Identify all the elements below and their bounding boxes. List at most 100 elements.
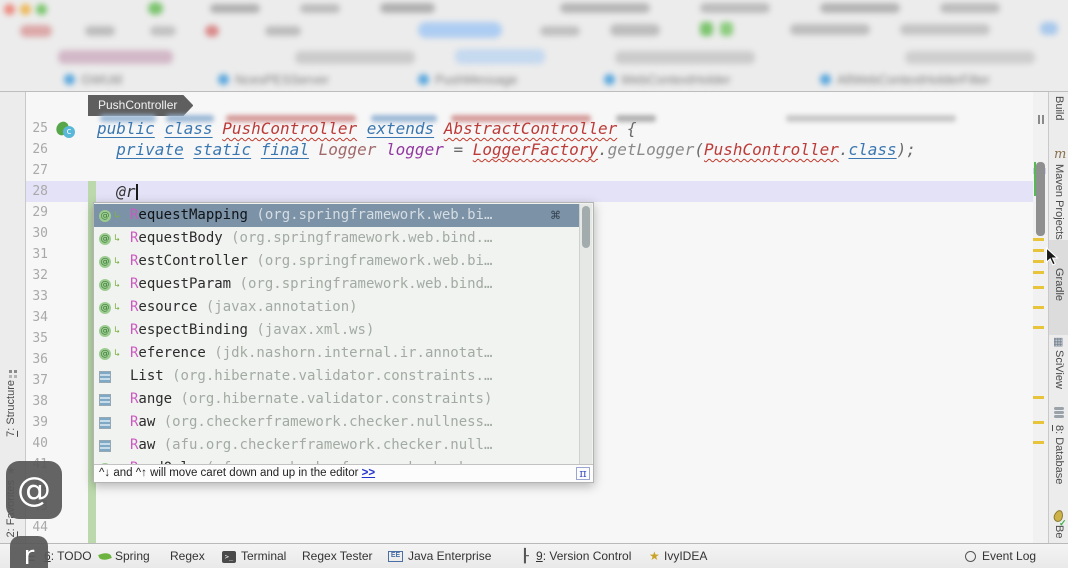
toolwindow-button-database[interactable]: 8: Database	[1053, 425, 1065, 484]
line-number: 30	[32, 226, 48, 241]
window-chrome-blurred: GWUtil NcesPESServer PushMessage WebCont…	[0, 0, 1068, 92]
line-number: 26	[32, 142, 48, 157]
completion-item[interactable]: @ ↳ Resource (javax.annotation)	[94, 296, 579, 319]
toolwindow-button-structure[interactable]: 7: Structure	[5, 380, 17, 437]
completion-item[interactable]: Raw (afu.org.checkerframework.checker.nu…	[94, 434, 579, 457]
class-file-icon	[820, 73, 831, 85]
scrollbar-thumb[interactable]	[1036, 162, 1045, 236]
tab-label: GWUtil	[81, 71, 123, 87]
blur-blob	[700, 22, 713, 36]
statusbar-java-enterprise[interactable]: Java Enterprise	[408, 544, 491, 568]
visibility-icon: ↳	[114, 233, 121, 244]
visibility-icon: ↳	[114, 302, 121, 313]
editor-error-stripe[interactable]	[1033, 92, 1048, 543]
blur-blob	[455, 49, 545, 64]
statusbar-todo[interactable]: 6: TODO	[44, 544, 92, 568]
label: Build	[1053, 96, 1065, 121]
text-caret	[135, 184, 138, 200]
annotation-icon: @	[99, 347, 111, 360]
completion-item[interactable]: @ ↳ RespectBinding (javax.xml.ws)	[94, 319, 579, 342]
editor-tab-blurred[interactable]: WebContextHolder	[604, 70, 731, 88]
completion-item[interactable]: List (org.hibernate.validator.constraint…	[94, 365, 579, 388]
editor-tab-blurred[interactable]: PushMessage	[418, 70, 517, 88]
item-label: ange (org.hibernate.validator.constraint…	[138, 391, 493, 407]
item-label: esource (javax.annotation)	[138, 299, 358, 315]
blur-blob	[1040, 22, 1058, 35]
blur-blob	[905, 51, 1035, 64]
warning-tick[interactable]	[1033, 306, 1044, 309]
toolwindow-button-beans[interactable]: Be	[1053, 525, 1065, 538]
blur-blob	[20, 25, 52, 37]
status-bar: ☰ 6: TODO Spring Regex >_ Terminal Regex…	[0, 543, 1068, 568]
warning-tick[interactable]	[1033, 396, 1044, 399]
toolwindow-button-build[interactable]: Build	[1053, 96, 1065, 120]
warning-tick[interactable]	[1033, 249, 1044, 252]
warning-tick[interactable]	[1033, 238, 1044, 241]
item-label: equestMapping (org.springframework.web.b…	[138, 207, 493, 223]
warning-tick[interactable]	[1033, 441, 1044, 444]
line-number: 35	[32, 331, 48, 346]
line-number: 37	[32, 373, 48, 388]
blur-blob	[148, 2, 163, 15]
warning-tick[interactable]	[1033, 286, 1044, 289]
statusbar-regex-tester[interactable]: Regex Tester	[302, 544, 372, 568]
keycast-r-overlay: r	[10, 536, 48, 568]
java-ee-icon: EE	[388, 551, 403, 562]
popup-scrollbar-thumb[interactable]	[582, 206, 590, 248]
item-label: eference (jdk.nashorn.internal.ir.annota…	[138, 345, 493, 361]
warning-tick[interactable]	[1033, 326, 1044, 329]
popup-scrollbar[interactable]	[579, 204, 592, 464]
pi-sorting-icon[interactable]: π	[576, 467, 590, 480]
annotation-icon: @	[99, 278, 111, 291]
item-label: equestParam (org.springframework.web.bin…	[138, 276, 493, 292]
visibility-icon: ↳	[114, 348, 121, 359]
tab-label: WebContextHolder	[621, 71, 731, 87]
completion-item[interactable]: @ ↳ Reference (jdk.nashorn.internal.ir.ann…	[94, 342, 579, 365]
breadcrumb[interactable]: PushController	[88, 95, 193, 116]
pause-bars-icon	[1038, 111, 1046, 129]
blur-blob	[610, 24, 660, 36]
statusbar-version-control[interactable]: 9: Version Control	[536, 544, 631, 568]
completion-item[interactable]: Raw (org.checkerframework.checker.nullne…	[94, 411, 579, 434]
line-number: 44	[32, 520, 48, 535]
completion-item[interactable]: @ ↳ RequestParam (org.springframework.web.…	[94, 273, 579, 296]
warning-tick[interactable]	[1033, 271, 1044, 274]
more-shortcuts-link[interactable]: >>	[362, 467, 375, 479]
completion-item[interactable]: @ ↳ RestController (org.springframework.we…	[94, 250, 579, 273]
toolwindow-button-maven-projects[interactable]: Maven Projects	[1053, 164, 1065, 240]
statusbar-regex[interactable]: Regex	[170, 544, 205, 568]
mouse-cursor	[1045, 246, 1059, 272]
traffic-light-close-icon[interactable]	[4, 4, 15, 15]
completion-item[interactable]: Range (org.hibernate.validator.constrain…	[94, 388, 579, 411]
editor-tab-blurred[interactable]: NcesPESServer	[218, 70, 329, 88]
completion-item[interactable]: @ ↳ RequestMapping (org.springframework.we…	[94, 204, 579, 227]
label: SciView	[1053, 350, 1065, 389]
run-config-blurred[interactable]	[418, 22, 502, 38]
traffic-light-minimize-icon[interactable]	[20, 4, 31, 15]
statusbar-terminal[interactable]: Terminal	[241, 544, 286, 568]
annotation-icon: @	[99, 301, 111, 314]
completion-list[interactable]: @ ↳ RequestMapping (org.springframework.we…	[94, 203, 593, 465]
line-number: 27	[32, 163, 48, 178]
blur-blob	[560, 3, 650, 13]
blur-blob	[58, 50, 173, 64]
line-number: 28	[32, 184, 48, 199]
toolwindow-button-sciview[interactable]: SciView	[1053, 350, 1065, 389]
warning-tick[interactable]	[1033, 260, 1044, 263]
spring-controller-gutter-icon[interactable]: c	[54, 120, 76, 139]
completion-item[interactable]: @ ↳ RequestBody (org.springframework.web.b…	[94, 227, 579, 250]
maven-icon: m	[1054, 147, 1067, 162]
statusbar-event-log[interactable]: Event Log	[982, 544, 1036, 568]
item-label: ist (org.hibernate.validator.constraints…	[138, 368, 493, 384]
blur-blob	[295, 51, 415, 64]
warning-tick[interactable]	[1033, 421, 1044, 424]
toolwindow-button-gradle[interactable]: Gradle	[1053, 268, 1065, 301]
editor-tab-blurred[interactable]: AllWebContextHolderFilter	[820, 70, 990, 88]
editor-tab-blurred[interactable]: GWUtil	[64, 70, 122, 88]
footer-hint-text: ^↓ and ^↑ will move caret down and up in…	[99, 467, 362, 479]
mnemonic: 7	[5, 430, 17, 437]
statusbar-spring[interactable]: Spring	[115, 544, 150, 568]
class-file-icon	[604, 73, 615, 85]
statusbar-ivyidea[interactable]: IvyIDEA	[664, 544, 707, 568]
traffic-light-zoom-icon[interactable]	[36, 4, 47, 15]
